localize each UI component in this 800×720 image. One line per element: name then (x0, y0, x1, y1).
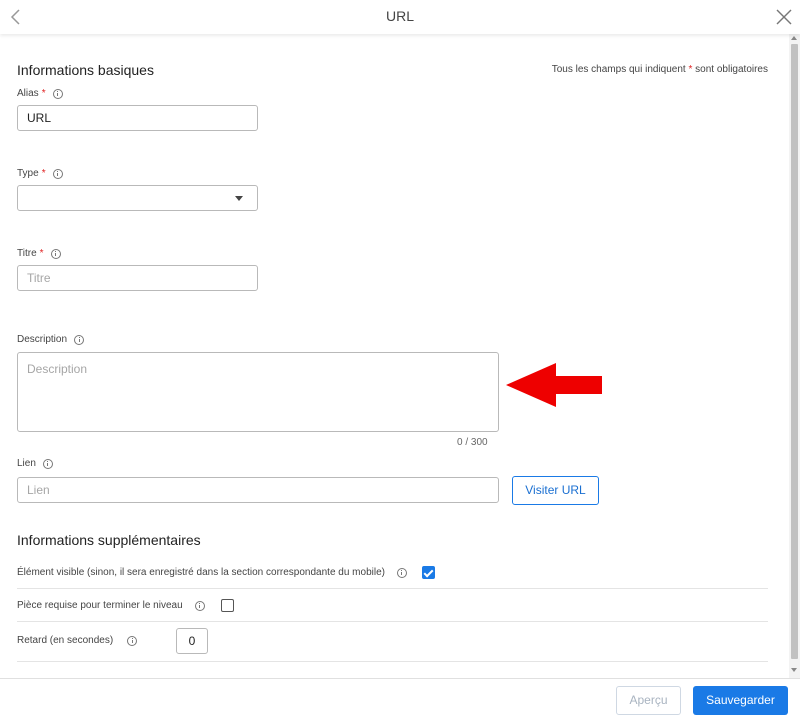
info-icon[interactable] (194, 600, 205, 611)
alias-input[interactable]: URL (17, 105, 258, 131)
caret-down-icon (235, 196, 243, 201)
visible-checkbox[interactable] (421, 566, 435, 579)
divider (17, 588, 768, 589)
lien-input[interactable]: Lien (17, 477, 499, 503)
info-icon[interactable] (396, 567, 407, 578)
required-star: * (41, 168, 46, 179)
description-char-counter: 0 / 300 (457, 437, 488, 448)
info-icon[interactable] (74, 334, 85, 345)
type-label-text: Type (17, 168, 39, 179)
required-star: * (41, 88, 46, 99)
visible-label: Élément visible (sinon, il sera enregist… (17, 567, 385, 578)
required-piece-checkbox[interactable] (220, 599, 234, 612)
info-icon[interactable] (127, 635, 138, 646)
alias-label: Alias * (17, 88, 63, 99)
visible-row: Élément visible (sinon, il sera enregist… (17, 566, 768, 579)
type-select[interactable] (17, 185, 258, 211)
scroll-down-icon[interactable] (791, 668, 797, 672)
close-icon[interactable] (774, 7, 794, 27)
required-star: * (688, 64, 693, 75)
info-icon[interactable] (52, 88, 63, 99)
dialog-header: URL (0, 0, 800, 34)
save-button[interactable]: Sauvegarder (693, 686, 788, 715)
vertical-scrollbar[interactable] (789, 34, 800, 678)
info-icon[interactable] (42, 458, 53, 469)
divider (17, 661, 768, 662)
divider (17, 621, 768, 622)
required-note-text: Tous les champs qui indiquent (551, 64, 686, 75)
description-label: Description (17, 334, 85, 345)
required-note-text-end: sont obligatoires (695, 64, 768, 75)
required-piece-label: Pièce requise pour terminer le niveau (17, 600, 183, 611)
extra-info-title: Informations supplémentaires (17, 532, 201, 548)
lien-label: Lien (17, 458, 53, 469)
delay-row: Retard (en secondes) (17, 635, 768, 646)
type-label: Type * (17, 168, 63, 179)
required-star: * (39, 248, 44, 259)
scrollbar-thumb[interactable] (791, 44, 798, 659)
description-textarea[interactable]: Description (17, 352, 499, 432)
dialog-footer: Aperçu Sauvegarder (0, 678, 800, 720)
dialog-title: URL (385, 8, 414, 24)
titre-input[interactable]: Titre (17, 265, 258, 291)
required-fields-note: Tous les champs qui indiquent * sont obl… (552, 64, 768, 75)
required-piece-row: Pièce requise pour terminer le niveau (17, 599, 768, 612)
alias-label-text: Alias (17, 88, 39, 99)
dialog-body: Informations basiques Tous les champs qu… (0, 34, 789, 678)
scroll-up-icon[interactable] (791, 36, 797, 40)
lien-label-text: Lien (17, 458, 36, 469)
titre-label-text: Titre (17, 248, 37, 259)
info-icon[interactable] (50, 248, 61, 259)
description-label-text: Description (17, 334, 68, 345)
titre-label: Titre * (17, 248, 61, 259)
basic-info-title: Informations basiques (17, 62, 154, 78)
preview-button[interactable]: Aperçu (616, 686, 681, 715)
red-arrow-icon (506, 363, 602, 407)
delay-input[interactable]: 0 (176, 628, 208, 654)
visit-url-button[interactable]: Visiter URL (512, 476, 599, 505)
info-icon[interactable] (52, 168, 63, 179)
delay-label: Retard (en secondes) (17, 635, 114, 646)
